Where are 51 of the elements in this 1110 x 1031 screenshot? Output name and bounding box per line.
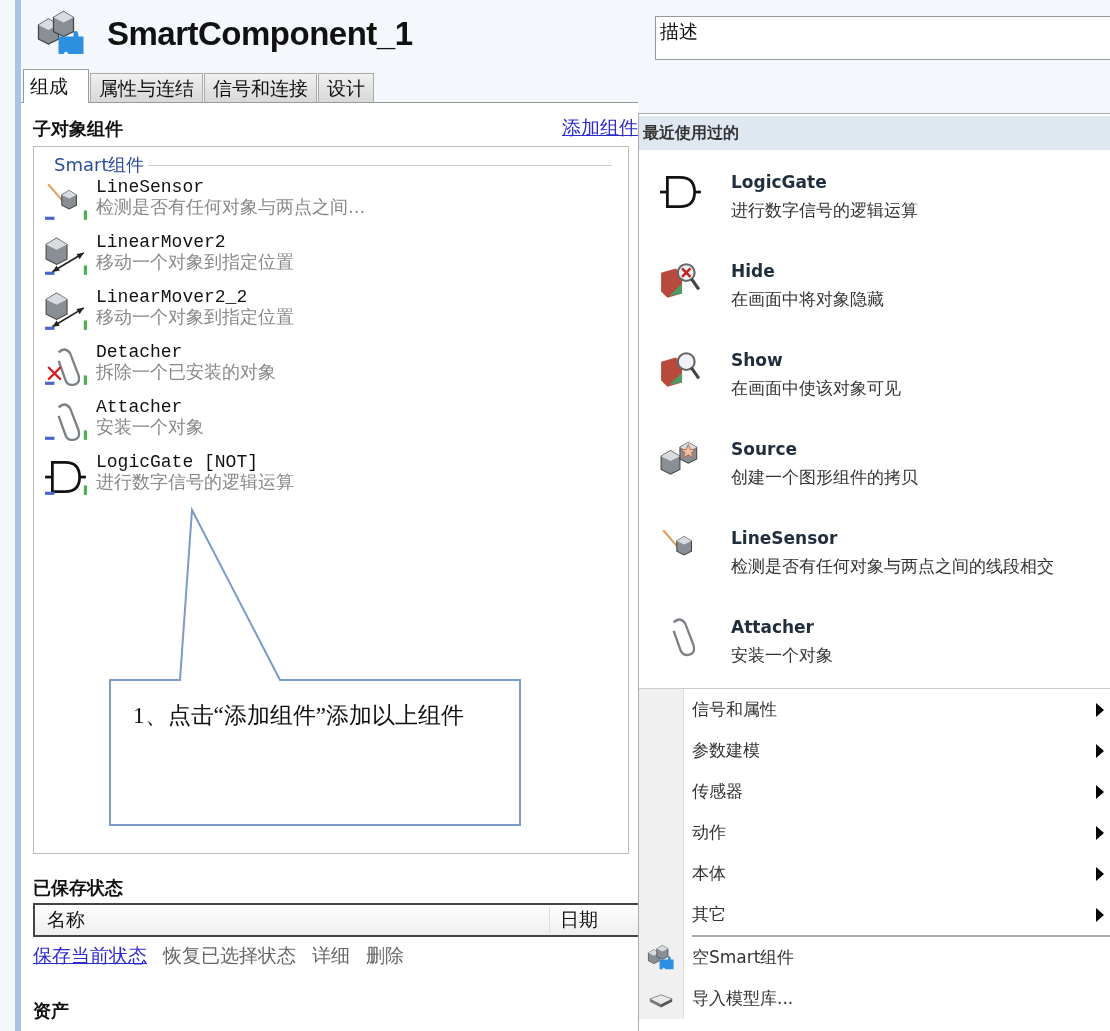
- tab[interactable]: 组成: [23, 69, 89, 103]
- menu-item[interactable]: Attacher 安装一个对象: [639, 599, 1110, 688]
- tab[interactable]: 属性与连结: [90, 73, 203, 102]
- submenu-item[interactable]: 参数建模: [639, 730, 1110, 771]
- menu-item[interactable]: Show 在画面中使该对象可见: [639, 332, 1110, 421]
- component-item[interactable]: LogicGate [NOT] 进行数字信号的逻辑运算: [44, 452, 628, 507]
- menu-item[interactable]: 导入模型库...: [639, 978, 1110, 1019]
- column-header[interactable]: 名称: [35, 907, 550, 933]
- callout-text: 1、点击“添加组件”添加以上组件: [133, 702, 465, 730]
- caret-icon: [1096, 784, 1104, 799]
- menu-item[interactable]: Hide 在画面中将对象隐藏: [639, 243, 1110, 332]
- group-label: Smart组件: [54, 153, 145, 177]
- tab[interactable]: 设计: [318, 73, 374, 102]
- line-sensor-icon: [44, 181, 88, 221]
- caret-icon: [1096, 866, 1104, 881]
- add-component-link[interactable]: 添加组件: [562, 115, 638, 141]
- submenu-item[interactable]: 其它: [639, 894, 1110, 935]
- component-item[interactable]: Detacher 拆除一个已安装的对象: [44, 342, 628, 397]
- tab[interactable]: 信号和连接: [204, 73, 317, 102]
- component-item[interactable]: Attacher 安装一个对象: [44, 397, 628, 452]
- menu-item[interactable]: Source 创建一个图形组件的拷贝: [639, 421, 1110, 510]
- component-item[interactable]: LineSensor 检测是否有任何对象与两点之间...: [44, 177, 628, 232]
- menu-item[interactable]: LineSensor 检测是否有任何对象与两点之间的线段相交: [639, 510, 1110, 599]
- action-link[interactable]: 保存当前状态: [33, 943, 147, 969]
- section-title: 资产: [33, 999, 70, 1023]
- caret-icon: [1096, 743, 1104, 758]
- action-link[interactable]: 恢复已选择状态: [163, 943, 296, 969]
- caret-icon: [1096, 702, 1104, 717]
- component-item[interactable]: LinearMover2 移动一个对象到指定位置: [44, 232, 628, 287]
- component-item[interactable]: LinearMover2_2 移动一个对象到指定位置: [44, 287, 628, 342]
- menu-item[interactable]: LogicGate 进行数字信号的逻辑运算: [639, 154, 1110, 243]
- action-link[interactable]: 删除: [366, 943, 404, 969]
- menu-item[interactable]: 空Smart组件: [639, 937, 1110, 978]
- submenu-item[interactable]: 动作: [639, 812, 1110, 853]
- description-field[interactable]: 描述: [655, 16, 1110, 60]
- submenu-item[interactable]: 本体: [639, 853, 1110, 894]
- cubes-puzzle-icon: [647, 943, 675, 972]
- component-title: SmartComponent_1: [107, 15, 413, 53]
- cube-arrow-icon: [44, 291, 88, 331]
- section-title: 已保存状态: [33, 876, 124, 900]
- caret-icon: [1096, 907, 1104, 922]
- paperclip-cross-icon: [44, 346, 88, 386]
- paperclip-icon: [44, 401, 88, 441]
- section-title: 子对象组件: [33, 117, 123, 141]
- caret-icon: [1096, 825, 1104, 840]
- column-header[interactable]: 日期: [550, 907, 640, 933]
- submenu-item[interactable]: 传感器: [639, 771, 1110, 812]
- submenu-item[interactable]: 信号和属性: [639, 689, 1110, 730]
- cube-arrow-icon: [44, 236, 88, 276]
- menu-header: 最近使用过的: [639, 116, 1110, 150]
- action-link[interactable]: 详细: [312, 943, 350, 969]
